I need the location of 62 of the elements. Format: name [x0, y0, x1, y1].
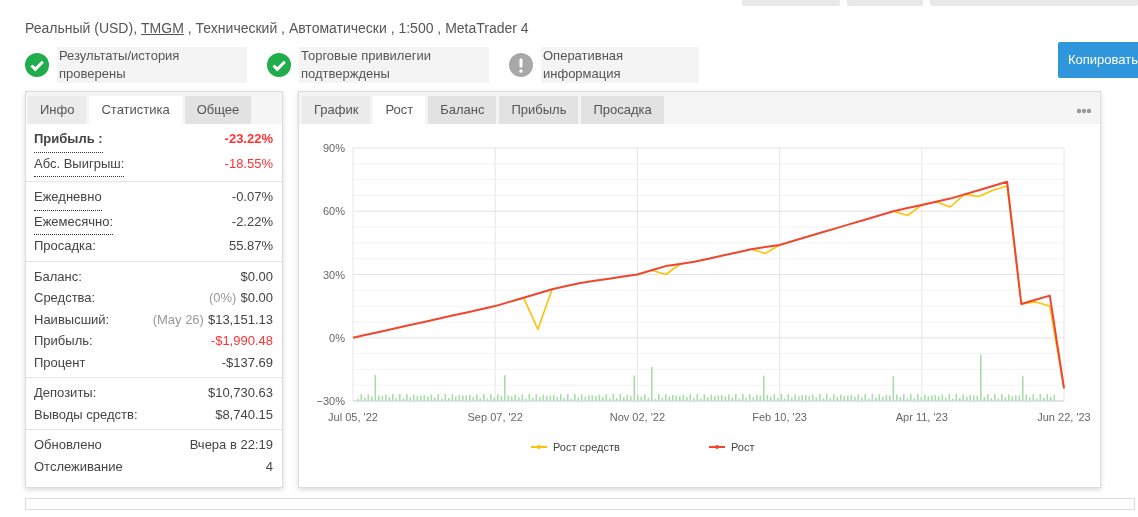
- tab[interactable]: Инфо: [28, 96, 87, 124]
- tab[interactable]: Прибыль: [499, 96, 579, 124]
- tab[interactable]: Статистика: [89, 96, 182, 124]
- stat-value: -2.22%: [231, 213, 273, 229]
- stat-value: Вчера в 22:19: [189, 437, 273, 452]
- stat-label: Отслеживание: [34, 457, 123, 476]
- x-axis-label: Nov 02, '22: [609, 411, 666, 423]
- y-axis-label: 60%: [322, 205, 345, 218]
- status-text: Оперативная информация: [541, 47, 699, 83]
- y-axis-label: 90%: [322, 142, 345, 154]
- stat-value: -$137.69: [221, 354, 273, 370]
- check-icon: [267, 53, 291, 77]
- x-axis-label: Feb 10, '23: [752, 411, 807, 423]
- stat-value: $8,740.15: [215, 406, 273, 422]
- legend-label: Рост средств: [553, 441, 620, 453]
- stat-label: Наивысший:: [34, 310, 110, 329]
- status-text: Результаты/история проверены: [57, 47, 247, 83]
- stat-label: Прибыль:: [34, 332, 93, 350]
- x-axis-label: Jun 22, '23: [1037, 411, 1091, 423]
- stat-value: $0.00: [240, 290, 273, 305]
- stat-label: Выводы средств:: [34, 405, 138, 424]
- tab[interactable]: Просадка: [581, 96, 664, 124]
- stat-value: -0.07%: [231, 189, 273, 204]
- stat-note: (0%): [209, 290, 237, 305]
- legend-label: Рост: [731, 441, 755, 453]
- y-axis-label: 0%: [329, 331, 345, 344]
- tab[interactable]: Рост: [373, 96, 426, 124]
- stat-label: Процент: [34, 353, 86, 372]
- account-link[interactable]: TMGM: [141, 18, 184, 39]
- stat-label: Обновлено: [34, 436, 102, 454]
- stat-label: Ежедневно: [34, 186, 102, 211]
- tab[interactable]: Общее: [184, 96, 252, 124]
- header-text: , Технический , Автоматически , 1:500 , MetaTrader 4: [187, 19, 529, 38]
- exclamation-icon: [509, 53, 533, 77]
- stat-label: Просадка:: [34, 237, 96, 255]
- stat-value: $10,730.63: [207, 385, 273, 400]
- stat-value: $13,151.13: [207, 311, 273, 327]
- check-icon: [25, 53, 49, 77]
- legend-marker: [708, 445, 726, 449]
- x-axis-label: Sep 07, '22: [467, 411, 523, 423]
- tab[interactable]: График: [302, 96, 371, 124]
- x-axis-label: Apr 11, '23: [895, 411, 948, 423]
- stat-label: Баланс:: [34, 267, 82, 286]
- stat-value: 4: [265, 458, 273, 474]
- stat-value: 55.87%: [228, 238, 273, 253]
- header-text: Реальный (USD),: [25, 19, 138, 38]
- stat-value: -23.22%: [224, 131, 273, 146]
- stat-value: $0.00: [240, 268, 273, 284]
- stat-label: Ежемесячно:: [34, 210, 114, 235]
- stat-label: Средства:: [34, 289, 96, 307]
- legend-marker: [530, 445, 548, 449]
- stat-note: (May 26): [152, 311, 204, 327]
- status-text: Торговые привилегии подтверждены: [299, 47, 489, 83]
- stat-label: Прибыль :: [34, 128, 103, 153]
- y-axis-label: −30%: [316, 395, 345, 407]
- x-axis-label: Jul 05, '22: [328, 411, 378, 423]
- tab[interactable]: Баланс: [428, 96, 497, 124]
- stat-label: Абс. Выигрыш:: [34, 152, 125, 177]
- y-axis-label: 30%: [322, 268, 345, 281]
- stat-label: Депозиты:: [34, 384, 97, 402]
- stat-value: -18.55%: [224, 155, 273, 171]
- stat-value: -$1,990.48: [210, 333, 273, 348]
